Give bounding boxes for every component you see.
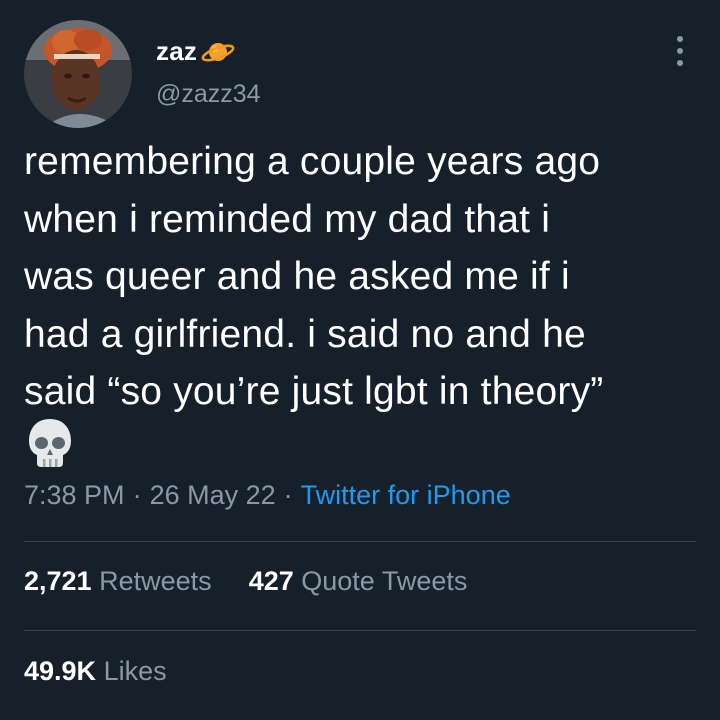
tweet-meta: 7:38 PM · 26 May 22 · Twitter for iPhone (24, 480, 511, 511)
divider (24, 541, 696, 542)
tweet-date[interactable]: 26 May 22 (150, 480, 276, 510)
display-name[interactable]: zaz (156, 36, 235, 67)
quote-tweets-count: 427 (248, 566, 294, 596)
meta-separator: · (283, 480, 293, 510)
skull-icon (26, 417, 74, 469)
retweets-count: 2,721 (24, 566, 92, 596)
user-handle[interactable]: @zazz34 (156, 80, 261, 109)
quote-tweets-stat[interactable]: 427 Quote Tweets (249, 566, 468, 596)
retweets-label: Retweets (99, 566, 212, 596)
likes-label: Likes (103, 656, 167, 686)
quote-tweets-label: Quote Tweets (301, 566, 468, 596)
likes-stat[interactable]: 49.9K Likes (24, 656, 167, 686)
tweet-time[interactable]: 7:38 PM (24, 480, 125, 510)
engagement-stats: 2,721 Retweets 427 Quote Tweets (24, 566, 467, 597)
avatar[interactable] (24, 20, 132, 128)
display-name-text: zaz (156, 36, 198, 66)
source-link[interactable]: Twitter for iPhone (301, 480, 511, 510)
retweets-stat[interactable]: 2,721 Retweets (24, 566, 219, 596)
divider (24, 630, 696, 631)
more-options-icon[interactable] (666, 36, 694, 66)
ringed-planet-icon (201, 39, 235, 65)
meta-separator: · (132, 480, 142, 510)
tweet-text: remembering a couple years ago when i re… (24, 140, 604, 413)
likes-count: 49.9K (24, 656, 97, 686)
likes-stats: 49.9K Likes (24, 656, 167, 687)
